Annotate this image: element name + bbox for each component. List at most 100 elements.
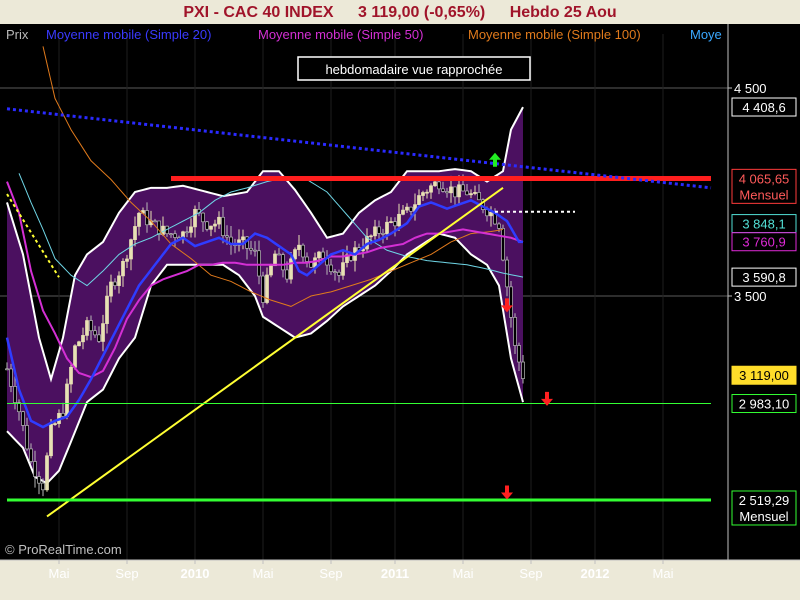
- candle-body: [249, 247, 253, 251]
- candle-body: [153, 220, 157, 223]
- y-tick-label: 4 500: [734, 81, 767, 96]
- price-label-value: 3 119,00: [739, 368, 789, 383]
- x-tick-label: Sep: [115, 566, 138, 581]
- candle-body: [209, 225, 213, 230]
- candle-body: [521, 361, 525, 379]
- candle-body: [205, 221, 209, 230]
- candle-body: [189, 226, 193, 233]
- candle-body: [445, 191, 449, 194]
- legend-item-0: Prix: [6, 27, 29, 42]
- candle-body: [277, 253, 281, 256]
- candle-body: [261, 275, 265, 303]
- candle-body: [185, 231, 189, 234]
- x-tick-label: Sep: [519, 566, 542, 581]
- candle-body: [121, 260, 125, 277]
- copyright[interactable]: © ProRealTime.com: [5, 542, 122, 557]
- candle-body: [449, 186, 453, 194]
- price-label-value: 3 590,8: [742, 270, 785, 285]
- candle-body: [469, 193, 473, 196]
- legend: Prix Moyenne mobile (Simple 20) Moyenne mo…: [6, 27, 722, 42]
- legend-item-1: Moyenne mobile (Simple 20): [46, 27, 211, 42]
- candle-body: [421, 192, 425, 196]
- price-label-value: 3 760,9: [742, 235, 785, 250]
- y-tick-label: 3 500: [734, 289, 767, 304]
- price-label-sub: Mensuel: [739, 187, 788, 202]
- candle-body: [337, 271, 341, 276]
- candle-body: [373, 226, 377, 237]
- candle-body: [417, 195, 421, 205]
- candle-body: [289, 258, 293, 280]
- candle-body: [293, 249, 297, 260]
- candle-body: [117, 275, 121, 286]
- candle-body: [465, 190, 469, 196]
- annotation-text: hebdomadaire vue rapprochée: [325, 62, 502, 77]
- candle-body: [269, 265, 273, 276]
- candle-body: [217, 216, 221, 225]
- annotation-box: hebdomadaire vue rapprochée: [297, 56, 531, 81]
- candle-body: [241, 236, 245, 241]
- x-tick-label: 2012: [581, 566, 610, 581]
- candle-body: [113, 281, 117, 286]
- price-label-value: 4 408,6: [742, 100, 785, 115]
- candle-body: [69, 366, 73, 385]
- candle-body: [125, 258, 129, 262]
- candle-body: [329, 264, 333, 273]
- candle-body: [45, 455, 49, 491]
- candle-body: [133, 226, 137, 241]
- candle-body: [29, 448, 33, 462]
- candle-body: [517, 345, 521, 363]
- x-tick-label: Mai: [453, 566, 474, 581]
- candle-body: [253, 249, 257, 252]
- candle-body: [281, 254, 285, 271]
- candle-body: [377, 226, 381, 234]
- legend-item-2: Moyenne mobile (Simple 50): [258, 27, 423, 42]
- candle-body: [89, 320, 93, 332]
- candle-body: [513, 317, 517, 346]
- x-tick-label: Mai: [49, 566, 70, 581]
- candle-body: [157, 220, 161, 235]
- x-tick-label: Mai: [253, 566, 274, 581]
- x-tick-label: Mai: [653, 566, 674, 581]
- candle-body: [385, 221, 389, 235]
- candle-body: [497, 223, 501, 229]
- candle-body: [489, 211, 493, 217]
- candle-body: [501, 228, 505, 261]
- candle-body: [321, 251, 325, 259]
- candle-body: [433, 181, 437, 187]
- candle-body: [97, 334, 101, 342]
- candle-body: [441, 188, 445, 192]
- price-label-sub: Mensuel: [739, 509, 788, 524]
- candle-body: [193, 208, 197, 228]
- candle-body: [453, 186, 457, 198]
- price-label-value: 2 983,10: [739, 397, 790, 412]
- candle-body: [461, 184, 465, 192]
- x-tick-label: 2010: [181, 566, 210, 581]
- candle-body: [285, 269, 289, 280]
- x-tick-label: 2011: [381, 566, 409, 581]
- candle-body: [257, 250, 261, 277]
- candle-body: [101, 323, 105, 342]
- candle-body: [369, 235, 373, 238]
- candle-body: [33, 461, 37, 477]
- candle-body: [73, 345, 77, 368]
- candle-body: [409, 206, 413, 212]
- candle-body: [437, 181, 441, 190]
- price-label-value: 3 848,1: [742, 217, 785, 232]
- candle-body: [53, 423, 57, 425]
- candle-body: [49, 423, 53, 457]
- candle-body: [477, 192, 481, 201]
- candle-body: [37, 476, 41, 484]
- candle-body: [61, 413, 65, 417]
- candle-body: [429, 185, 433, 193]
- candle-body: [5, 368, 9, 371]
- x-tick-label: Sep: [319, 566, 342, 581]
- candle-body: [381, 233, 385, 235]
- candle-body: [169, 233, 173, 236]
- candle-body: [21, 411, 25, 426]
- candle-body: [25, 425, 29, 450]
- candle-body: [225, 235, 229, 238]
- price-chart[interactable]: 4 500 3 500 Mai Sep 2010 Mai Sep 2011 Mai Sep 2012…: [0, 0, 800, 600]
- price-label-value: 2 519,29: [739, 493, 790, 508]
- candle-body: [405, 206, 409, 211]
- candle-body: [317, 251, 321, 259]
